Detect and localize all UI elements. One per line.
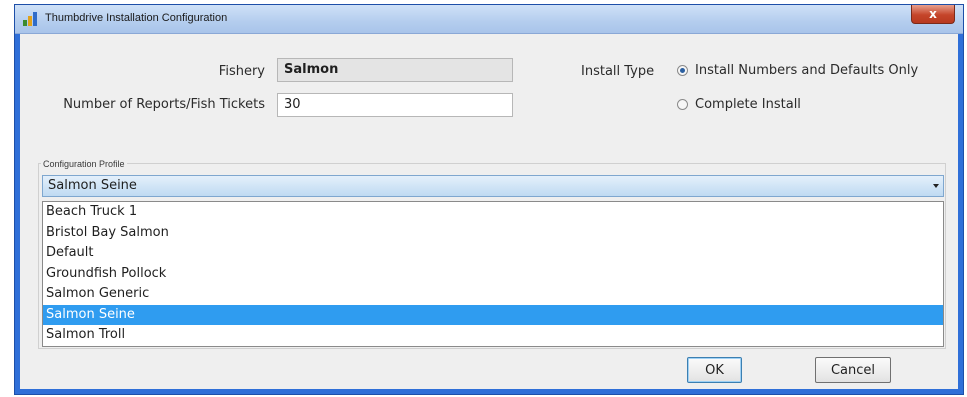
selected-profile: Salmon Seine (48, 178, 137, 193)
ok-button[interactable]: OK (687, 357, 742, 383)
close-button[interactable]: x (911, 5, 955, 24)
close-icon: x (929, 7, 937, 21)
radio-complete-install-label: Complete Install (695, 97, 801, 112)
fishery-field: Salmon (277, 58, 513, 82)
list-item-beach-truck-1[interactable]: Beach Truck 1 (43, 202, 943, 223)
list-item-salmon-troll[interactable]: Salmon Troll (43, 325, 943, 346)
radio-install-numbers-label: Install Numbers and Defaults Only (695, 63, 919, 78)
radio-complete-install[interactable]: Complete Install (677, 97, 801, 112)
list-item-salmon-generic[interactable]: Salmon Generic (43, 284, 943, 305)
configuration-profile-select[interactable]: Salmon Seine (42, 175, 944, 197)
dialog-window: Thumbdrive Installation Configuration x … (14, 4, 964, 395)
chevron-down-icon[interactable] (933, 184, 939, 188)
dialog-body: Fishery Salmon Number of Reports/Fish Ti… (20, 34, 958, 389)
radio-unchecked-icon[interactable] (677, 99, 688, 110)
app-icon (23, 12, 37, 26)
window-title: Thumbdrive Installation Configuration (45, 12, 228, 24)
install-type-label: Install Type (581, 64, 655, 79)
configuration-profile-label: Configuration Profile (41, 159, 127, 169)
list-item-salmon-seine[interactable]: Salmon Seine (43, 304, 943, 325)
radio-install-numbers[interactable]: Install Numbers and Defaults Only (677, 63, 918, 78)
radio-checked-icon[interactable] (677, 65, 688, 76)
cancel-button[interactable]: Cancel (815, 357, 891, 383)
list-item-groundfish-pollock[interactable]: Groundfish Pollock (43, 264, 943, 285)
reports-label: Number of Reports/Fish Tickets (63, 97, 265, 112)
title-bar[interactable]: Thumbdrive Installation Configuration x (15, 5, 963, 34)
list-item-default[interactable]: Default (43, 243, 943, 264)
reports-input[interactable]: 30 (277, 93, 513, 117)
list-item-bristol-bay-salmon[interactable]: Bristol Bay Salmon (43, 223, 943, 244)
fishery-label: Fishery (218, 64, 265, 79)
profile-dropdown-list[interactable]: Beach Truck 1 Bristol Bay Salmon Default… (42, 201, 944, 347)
